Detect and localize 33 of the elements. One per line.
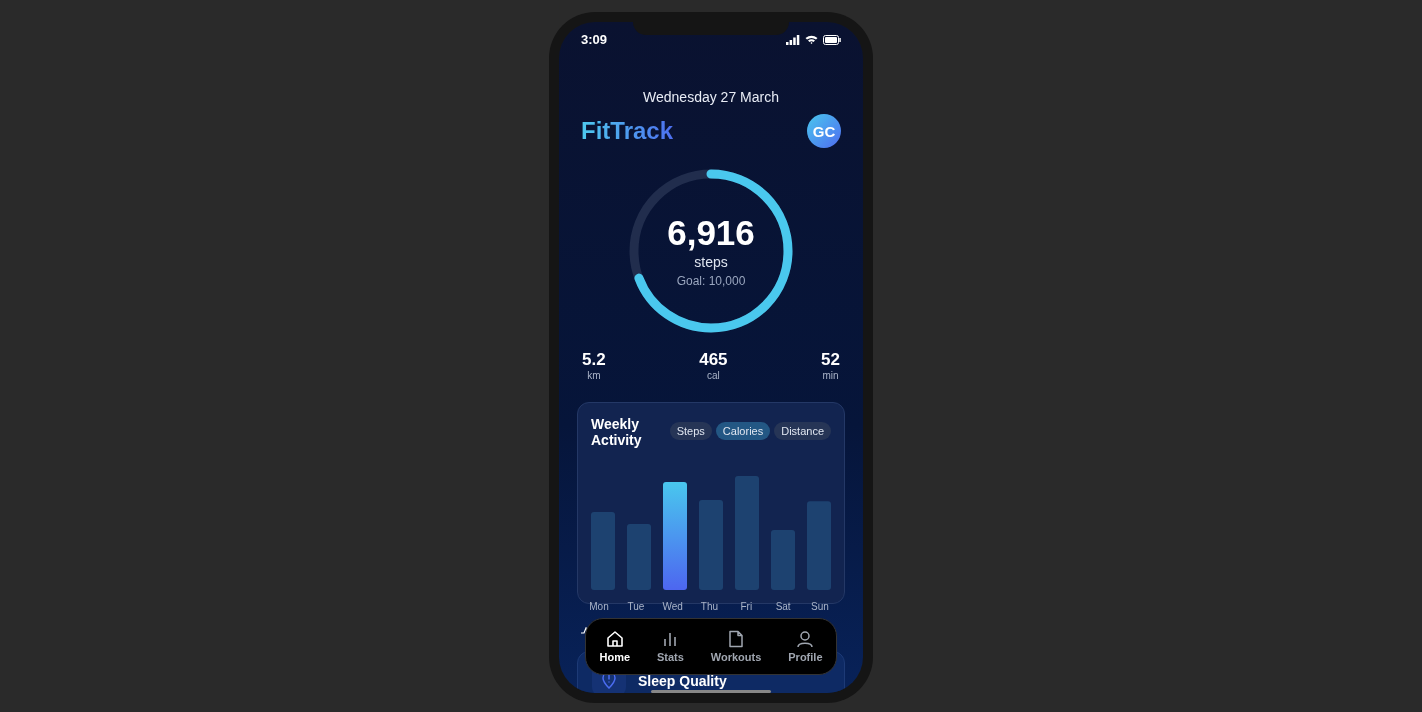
battery-icon [823, 34, 841, 45]
day-label: Tue [626, 600, 646, 612]
stat-unit: min [822, 369, 839, 381]
status-time: 3:09 [581, 32, 608, 47]
steps-unit: steps [694, 253, 728, 270]
steps-count: 6,916 [667, 214, 755, 253]
stat-unit: km [587, 369, 601, 381]
day-label: Thu [699, 600, 720, 612]
card-title: Weekly Activity [591, 415, 643, 450]
filter-chip[interactable]: Steps [669, 421, 712, 440]
stat-value: 5.2 [582, 351, 606, 370]
wifi-icon [805, 35, 818, 44]
day-label: Wed [661, 600, 684, 612]
day-label: Sun [810, 600, 830, 612]
nav-tab[interactable]: Stats [656, 630, 684, 663]
filter-chip[interactable]: Calories [715, 421, 771, 440]
nav-tab[interactable]: Workouts [710, 630, 762, 663]
stat-unit: cal [706, 369, 720, 381]
stat-value: 465 [699, 351, 728, 370]
steps-goal: Goal: 10,000 [676, 273, 746, 288]
person-icon [796, 630, 815, 648]
home-icon [605, 630, 624, 648]
stat-value: 52 [821, 351, 840, 370]
date-label: Wednesday 27 March [642, 89, 780, 105]
filter-chip[interactable]: Distance [774, 421, 831, 440]
sleep-title: Sleep Quality [638, 673, 727, 689]
day-label: Sat [774, 600, 792, 612]
day-label: Fri [739, 600, 754, 612]
nav-tab[interactable]: Profile [788, 630, 823, 663]
nav-tab[interactable]: Home [599, 630, 631, 663]
signal-icon [786, 34, 800, 45]
document-icon [727, 630, 746, 648]
day-label: Mon [588, 600, 610, 612]
